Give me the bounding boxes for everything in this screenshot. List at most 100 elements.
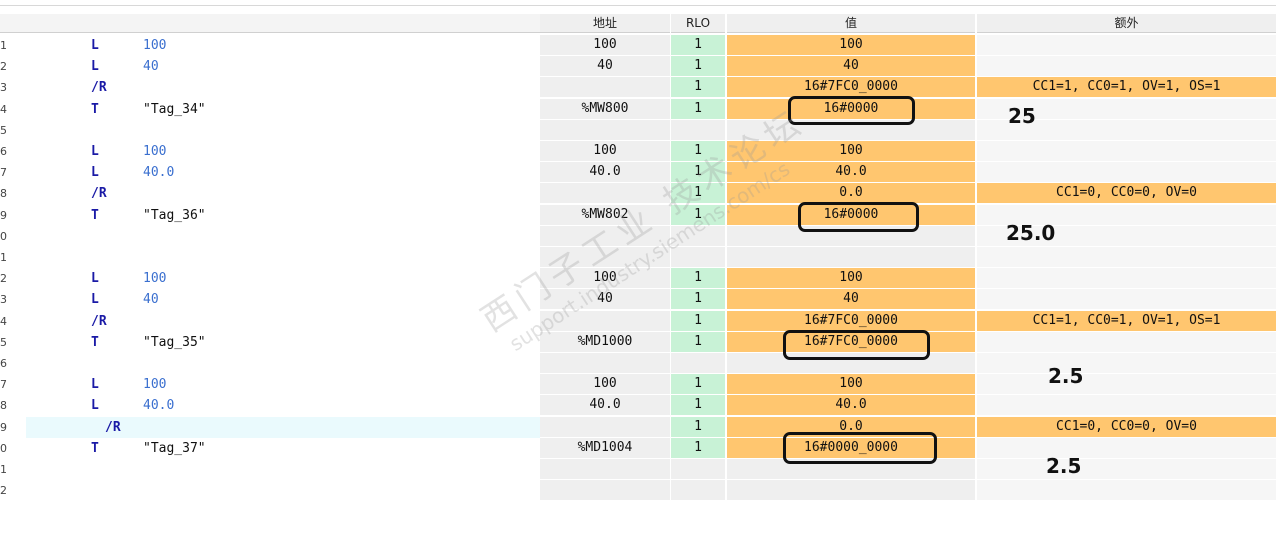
- line-number: 8: [0, 187, 7, 201]
- extra-cell: [977, 480, 1276, 501]
- instruction-operator: L: [91, 292, 99, 308]
- line-number: 6: [0, 357, 7, 370]
- value-cell: [727, 480, 975, 501]
- address-column-header[interactable]: 地址: [540, 14, 670, 33]
- rlo-cell: 1: [671, 310, 725, 331]
- extra-cell: [977, 289, 1276, 310]
- table-row[interactable]: 1: [0, 459, 1276, 480]
- address-cell: [540, 480, 670, 501]
- code-line[interactable]: L 40.0: [12, 162, 540, 183]
- instruction-operand: "Tag_34": [143, 101, 206, 117]
- rlo-column-header[interactable]: RLO: [671, 14, 725, 33]
- table-row[interactable]: 6 L 100 100 1 100: [0, 141, 1276, 162]
- line-number: 3: [0, 293, 7, 307]
- rlo-cell: 1: [671, 98, 725, 119]
- code-line[interactable]: [12, 480, 540, 501]
- rlo-cell: 1: [671, 56, 725, 77]
- extra-cell: [977, 162, 1276, 183]
- instruction-operator: /R: [105, 419, 121, 435]
- extra-cell: CC1=1, CC0=1, OV=1, OS=1: [977, 310, 1276, 331]
- code-line[interactable]: L 40: [12, 56, 540, 77]
- table-row[interactable]: 7 L 40.0 40.0 1 40.0: [0, 162, 1276, 183]
- table-row[interactable]: 1 L 100 100 1 100: [0, 35, 1276, 56]
- code-line[interactable]: [12, 353, 540, 374]
- code-line[interactable]: /R: [26, 416, 540, 438]
- table-row[interactable]: 3 L 40 40 1 40: [0, 289, 1276, 310]
- code-line[interactable]: T "Tag_35": [12, 332, 540, 353]
- table-row[interactable]: 4 T "Tag_34" %MW800 1 16#0000: [0, 98, 1276, 120]
- code-line[interactable]: [12, 120, 540, 141]
- value-column-header[interactable]: 值: [727, 14, 975, 33]
- line-number: 9: [0, 208, 7, 222]
- line-number: 5: [0, 335, 7, 349]
- rlo-cell: 1: [671, 35, 725, 55]
- address-cell: %MD1000: [540, 331, 670, 352]
- extra-cell: [977, 268, 1276, 289]
- instruction-operand: 40: [143, 59, 159, 75]
- code-line[interactable]: T "Tag_37": [12, 438, 540, 459]
- extra-cell: [977, 35, 1276, 55]
- code-line[interactable]: [12, 459, 540, 480]
- code-line[interactable]: [12, 226, 540, 247]
- code-line[interactable]: L 40: [12, 289, 540, 310]
- table-row[interactable]: 2 L 40 40 1 40: [0, 56, 1276, 77]
- annotation-circle: [788, 96, 915, 125]
- instruction-operator: /R: [91, 80, 107, 96]
- instruction-operand: "Tag_37": [143, 440, 206, 456]
- instruction-operator: T: [91, 101, 99, 117]
- code-line[interactable]: /R: [12, 77, 540, 98]
- code-line[interactable]: L 40.0: [12, 395, 540, 416]
- code-line[interactable]: [12, 247, 540, 268]
- value-cell: 40.0: [727, 395, 975, 416]
- value-cell: [727, 247, 975, 267]
- line-number: 4: [0, 314, 7, 328]
- rlo-cell: 1: [671, 437, 725, 458]
- line-number: 6: [0, 145, 7, 158]
- address-cell: 40.0: [540, 395, 670, 416]
- code-line[interactable]: L 100: [12, 268, 540, 289]
- rlo-cell: [671, 119, 725, 140]
- address-cell: 100: [540, 141, 670, 161]
- table-row[interactable]: 3/R 1 16#7FC0_0000 CC1=1, CC0=1, OV=1, OS=1: [0, 77, 1276, 98]
- rlo-cell: 1: [671, 395, 725, 416]
- instruction-operator: L: [91, 165, 99, 181]
- table-row[interactable]: 5 T "Tag_35" %MD1000 1 16#7FC0_0000: [0, 331, 1276, 353]
- instruction-operand: 40.0: [143, 398, 175, 414]
- table-row[interactable]: 4/R 1 16#7FC0_0000 CC1=1, CC0=1, OV=1, OS=1: [0, 310, 1276, 332]
- value-cell: 100: [727, 374, 975, 395]
- instruction-operand: 100: [143, 271, 167, 287]
- extra-cell: [977, 331, 1276, 352]
- line-number: 2: [0, 272, 7, 286]
- line-number: 5: [0, 123, 7, 137]
- annotation-circle: [783, 330, 930, 360]
- rlo-cell: 1: [671, 374, 725, 395]
- table-row[interactable]: 8 L 40.0 40.0 1 40.0: [0, 395, 1276, 416]
- address-cell: [540, 459, 670, 479]
- address-cell: %MD1004: [540, 437, 670, 458]
- line-number: 7: [0, 378, 7, 392]
- table-row[interactable]: 5: [0, 119, 1276, 141]
- code-line[interactable]: /R: [12, 311, 540, 332]
- code-line[interactable]: T "Tag_34": [12, 99, 540, 120]
- table-row[interactable]: 2: [0, 480, 1276, 501]
- extra-cell: CC1=0, CC0=0, OV=0: [977, 183, 1276, 204]
- table-row[interactable]: 9/R 1 0.0 CC1=0, CC0=0, OV=0: [0, 416, 1276, 438]
- table-row[interactable]: 6: [0, 353, 1276, 374]
- extra-cell: CC1=0, CC0=0, OV=0: [977, 416, 1276, 437]
- code-line[interactable]: L 100: [12, 374, 540, 395]
- annotation-note: 2.5: [1048, 364, 1084, 388]
- line-number: 0: [0, 441, 7, 455]
- code-line[interactable]: /R: [12, 183, 540, 204]
- extra-column-header[interactable]: 额外: [977, 14, 1276, 33]
- line-number: 8: [0, 399, 7, 413]
- code-line[interactable]: T "Tag_36": [12, 205, 540, 226]
- rlo-cell: [671, 353, 725, 373]
- code-line[interactable]: L 100: [12, 35, 540, 56]
- instruction-operand: "Tag_35": [143, 334, 206, 350]
- table-row[interactable]: 7 L 100 100 1 100: [0, 374, 1276, 395]
- instruction-operator: L: [91, 398, 99, 414]
- table-row[interactable]: 0 T "Tag_37" %MD1004 1 16#0000_0000: [0, 437, 1276, 459]
- value-cell: 16#7FC0_0000: [727, 77, 975, 98]
- code-line[interactable]: L 100: [12, 141, 540, 162]
- rlo-cell: 1: [671, 268, 725, 289]
